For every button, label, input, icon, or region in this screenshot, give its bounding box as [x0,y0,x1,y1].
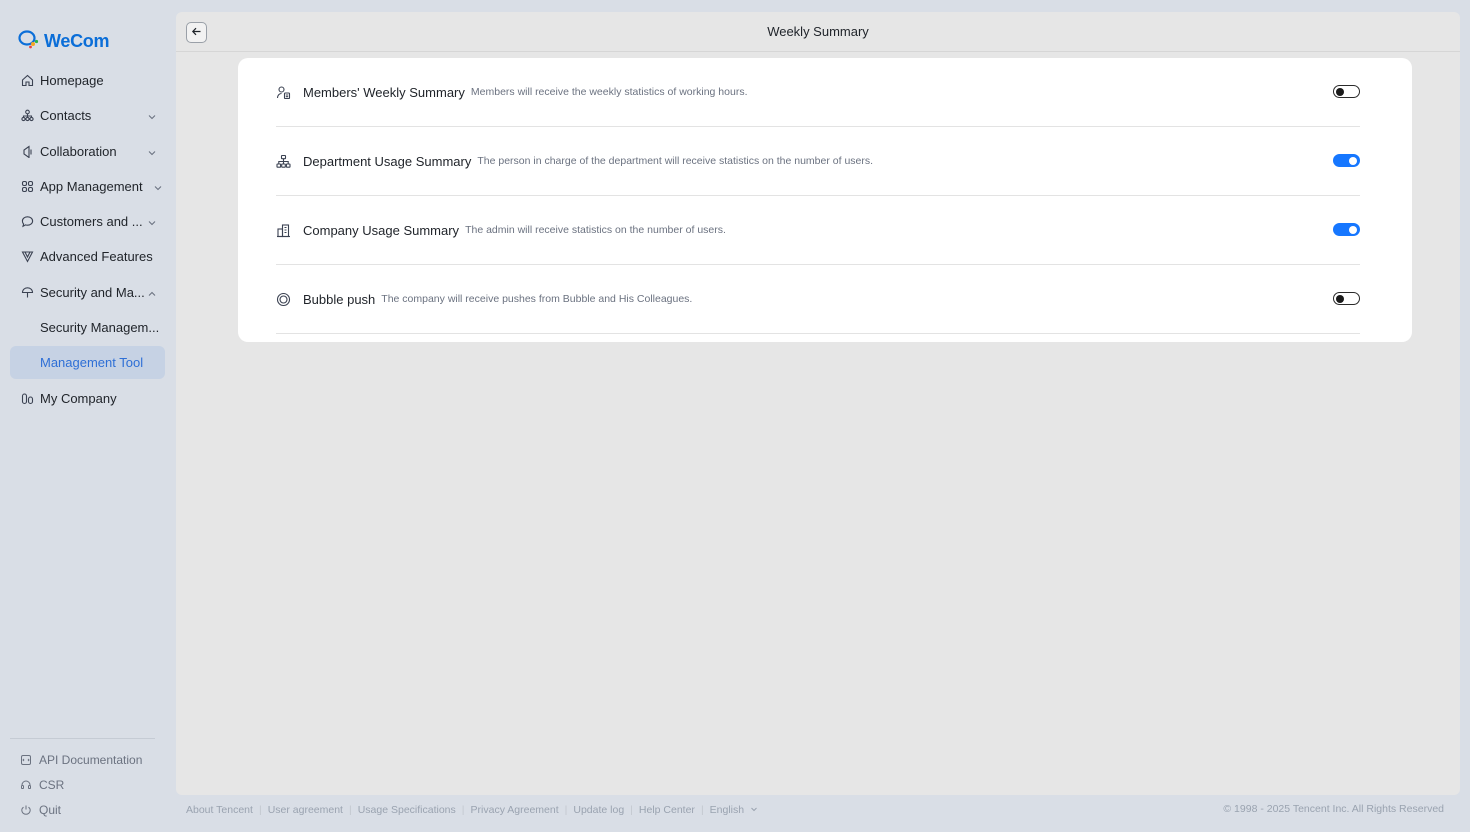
setting-description: Members will receive the weekly statisti… [470,86,748,98]
chevron-down-icon [750,804,758,816]
company-usage-summary-toggle[interactable] [1333,223,1360,236]
sidebar-item-collaboration[interactable]: Collaboration [10,135,165,168]
wecom-logo[interactable]: WeCom [18,29,110,54]
wecom-logo-icon [18,29,40,54]
company-icon [20,391,34,405]
setting-description: The person in charge of the department w… [477,155,874,167]
footer-separator: | [700,804,704,816]
setting-row-members-weekly-summary: Members' Weekly Summary Members will rec… [276,58,1360,127]
footer-link-privacy-agreement[interactable]: Privacy Agreement [471,804,559,816]
main-panel: Weekly Summary Members' Weekly Summary M… [176,12,1460,795]
sidebar-item-contacts[interactable]: Contacts [10,99,165,132]
api-documentation-link[interactable]: API Documentation [10,747,155,772]
bubble-icon [276,292,291,307]
csr-icon [20,779,32,791]
sidebar-item-management-tool[interactable]: Management Tool [10,346,165,380]
page-footer: About Tencent | User agreement | Usage S… [186,803,1444,817]
chevron-down-icon [147,110,157,120]
page-title: Weekly Summary [767,24,869,39]
department-usage-summary-toggle[interactable] [1333,154,1360,167]
sidebar-item-label: App Management [40,178,143,194]
sidebar-item-label: My Company [40,390,117,406]
org-chart-icon [20,109,34,123]
setting-title: Department Usage Summary [303,153,472,169]
brand-name: WeCom [44,30,110,51]
chevron-down-icon [147,216,157,226]
quit-label: Quit [39,802,62,817]
arrow-left-icon [191,24,202,42]
language-label: English [709,804,745,816]
sidebar-item-label: Contacts [40,108,92,124]
footer-separator: | [461,804,465,816]
power-icon [20,804,32,816]
setting-row-company-usage-summary: Company Usage Summary The admin will rec… [276,196,1360,265]
setting-title: Members' Weekly Summary [303,84,465,100]
sidebar-item-label: Management Tool [40,355,144,371]
footer-link-usage-specifications[interactable]: Usage Specifications [358,804,456,816]
footer-link-update-log[interactable]: Update log [573,804,624,816]
apps-grid-icon [20,179,34,193]
chat-bubble-icon [20,215,34,229]
chevron-up-icon [147,287,157,297]
chevron-down-icon [147,146,157,156]
sidebar-item-label: Security and Ma... [40,284,145,300]
sidebar-item-my-company[interactable]: My Company [10,382,165,415]
sidebar-item-label: Homepage [40,73,104,88]
footer-separator: | [630,804,633,816]
building-icon [276,223,291,238]
diamond-icon [20,250,34,264]
csr-link[interactable]: CSR [10,772,155,797]
member-icon [276,85,291,100]
bubble-push-toggle[interactable] [1333,292,1360,305]
setting-row-department-usage-summary: Department Usage Summary The person in c… [276,127,1360,196]
page-header: Weekly Summary [176,12,1460,52]
csr-label: CSR [39,777,65,792]
chevron-down-icon [153,181,163,191]
sidebar-item-app-management[interactable]: App Management [10,170,165,203]
language-selector[interactable]: English [710,804,758,816]
sidebar-item-security-management[interactable]: Security Managem... [10,311,165,344]
footer-link-user-agreement[interactable]: User agreement [268,804,343,816]
weekly-summary-settings-card: Members' Weekly Summary Members will rec… [238,58,1412,342]
sidebar-item-security[interactable]: Security and Ma... [10,276,165,309]
footer-separator: | [348,804,352,816]
api-documentation-label: API Documentation [39,752,143,767]
copyright-text: © 1998 - 2025 Tencent Inc. All Rights Re… [1223,803,1444,815]
back-button[interactable] [186,22,207,43]
sidebar-footer: API Documentation CSR Quit [10,738,155,822]
setting-row-bubble-push: Bubble push The company will receive pus… [276,265,1360,334]
footer-separator: | [564,804,568,816]
collaboration-icon [20,144,34,158]
footer-separator: | [258,804,262,816]
sidebar-item-homepage[interactable]: Homepage [10,64,165,97]
sidebar-item-label: Collaboration [40,143,117,159]
department-icon [276,154,291,169]
umbrella-icon [20,285,34,299]
sidebar-item-label: Security Managem... [40,320,160,336]
sidebar-nav: Homepage Contacts Collaboration App Mana… [10,64,165,417]
home-icon [20,74,34,88]
footer-link-help-center[interactable]: Help Center [639,804,695,816]
quit-link[interactable]: Quit [10,797,155,822]
setting-title: Bubble push [303,291,376,307]
setting-description: The admin will receive statistics on the… [465,224,726,236]
members-weekly-summary-toggle[interactable] [1333,85,1360,98]
setting-description: The company will receive pushes from Bub… [381,293,693,305]
sidebar-item-label: Advanced Features [40,249,153,265]
sidebar-item-advanced-features[interactable]: Advanced Features [10,240,165,273]
sidebar-item-customers[interactable]: Customers and ... [10,205,165,238]
api-doc-icon [20,754,32,766]
sidebar: WeCom Homepage Contacts Collaboration Ap… [0,0,176,832]
sidebar-item-label: Customers and ... [40,214,143,230]
footer-link-about-tencent[interactable]: About Tencent [186,804,253,816]
setting-title: Company Usage Summary [303,222,460,238]
